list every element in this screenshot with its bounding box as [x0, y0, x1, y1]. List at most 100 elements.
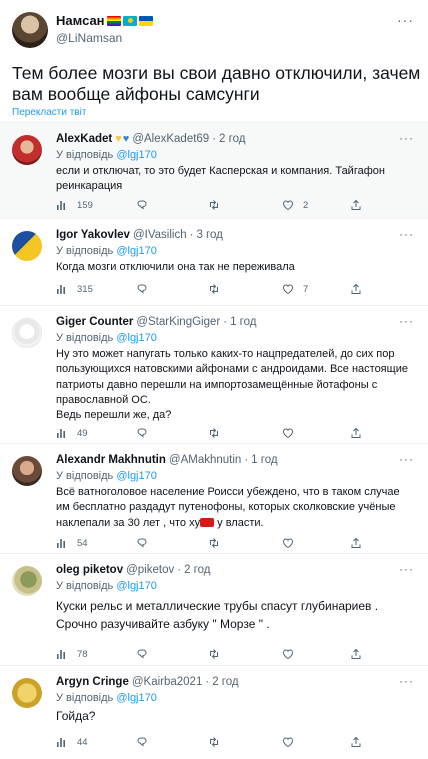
replying-to-mention[interactable]: @lgj170 — [116, 149, 157, 161]
avatar[interactable] — [12, 566, 42, 596]
main-author-name[interactable]: Намсан — [56, 13, 105, 28]
reply-tweet[interactable]: Igor Yakovlev @IVasilich · 3 год ··· У в… — [0, 219, 428, 306]
reply-timestamp[interactable]: 3 год — [196, 229, 222, 241]
replying-to-line: У відповідь @lgj170 — [56, 580, 157, 592]
reply-author-name[interactable]: oleg piketov — [56, 564, 123, 576]
reply-author-handle[interactable]: @Kairba2021 — [132, 676, 203, 688]
views-count: 49 — [77, 427, 88, 439]
likes-count: 7 — [303, 283, 309, 295]
like-icon — [282, 428, 294, 439]
action-bar: 315 7 — [56, 282, 366, 296]
reply-button[interactable] — [136, 647, 148, 661]
avatar[interactable] — [12, 678, 42, 708]
reply-timestamp[interactable]: 2 год — [219, 133, 245, 145]
replying-to-mention[interactable]: @lgj170 — [116, 580, 157, 592]
reply-author-name[interactable]: AlexKadet — [56, 133, 112, 145]
reply-author-handle[interactable]: @AlexKadet69 — [132, 133, 209, 145]
retweet-button[interactable] — [208, 426, 220, 440]
reply-text: Когда мозги отключили она так не пережив… — [56, 260, 416, 275]
like-button[interactable] — [282, 735, 294, 749]
replying-to-mention[interactable]: @lgj170 — [116, 692, 157, 704]
reply-author-handle[interactable]: @IVasilich — [133, 229, 187, 241]
retweet-button[interactable] — [208, 735, 220, 749]
reply-tweet[interactable]: Alexandr Makhnutin @AMakhnutin · 1 год ·… — [0, 444, 428, 554]
share-button[interactable] — [350, 198, 362, 212]
like-button[interactable] — [282, 426, 294, 440]
reply-timestamp[interactable]: 1 год — [251, 454, 277, 466]
avatar[interactable] — [12, 135, 42, 165]
reply-tweet[interactable]: AlexKadet ♥ ♥ @AlexKadet69 · 2 год ··· У… — [0, 123, 428, 219]
retweet-button[interactable] — [208, 647, 220, 661]
like-button[interactable] — [282, 647, 294, 661]
views-count-group[interactable]: 159 — [56, 198, 93, 212]
share-button[interactable] — [350, 282, 362, 296]
reply-icon — [137, 428, 147, 438]
reply-tweet[interactable]: Giger Counter @StarKingGiger · 1 год ···… — [0, 306, 428, 444]
views-icon — [57, 650, 65, 659]
share-button[interactable] — [350, 536, 362, 550]
more-dots-icon[interactable]: ··· — [397, 12, 414, 28]
share-button[interactable] — [350, 735, 362, 749]
more-dots-icon[interactable]: ··· — [399, 314, 414, 328]
action-bar: 159 2 — [56, 198, 366, 212]
reply-tweet[interactable]: Argyn Cringe @Kairba2021 · 2 год ··· У в… — [0, 666, 428, 759]
action-bar: 54 — [56, 536, 366, 550]
reply-button[interactable] — [136, 426, 148, 440]
reply-button[interactable] — [136, 198, 148, 212]
more-dots-icon[interactable]: ··· — [399, 452, 414, 466]
retweet-button[interactable] — [208, 198, 220, 212]
reply-tweet[interactable]: oleg piketov @piketov · 2 год ··· У відп… — [0, 554, 428, 666]
views-count-group[interactable]: 49 — [56, 426, 88, 440]
reply-author-handle[interactable]: @StarKingGiger — [136, 316, 220, 328]
reply-author-name[interactable]: Giger Counter — [56, 316, 133, 328]
reply-author-name[interactable]: Argyn Cringe — [56, 676, 129, 688]
avatar[interactable] — [12, 318, 42, 348]
more-dots-icon[interactable]: ··· — [399, 562, 414, 576]
main-author-name-row[interactable]: Намсан — [56, 13, 153, 28]
reply-icon — [137, 737, 147, 747]
main-author-handle[interactable]: @LiNamsan — [56, 31, 122, 45]
views-count-group[interactable]: 54 — [56, 536, 88, 550]
like-button[interactable]: 7 — [282, 282, 308, 296]
reply-paragraph: Гойда? — [56, 709, 96, 723]
reply-button[interactable] — [136, 536, 148, 550]
reply-button[interactable] — [136, 282, 148, 296]
more-dots-icon[interactable]: ··· — [399, 674, 414, 688]
reply-button[interactable] — [136, 735, 148, 749]
reply-author-handle[interactable]: @AMakhnutin — [169, 454, 241, 466]
reply-paragraph: Ну это может напугать только каких-то на… — [56, 348, 408, 406]
views-icon — [57, 738, 65, 747]
translate-tweet-link[interactable]: Перекласти твіт — [12, 107, 86, 118]
replying-to-mention[interactable]: @lgj170 — [116, 332, 157, 344]
replying-to-label: У відповідь — [56, 692, 114, 704]
views-count-group[interactable]: 315 — [56, 282, 93, 296]
retweet-button[interactable] — [208, 282, 220, 296]
more-dots-icon[interactable]: ··· — [399, 131, 414, 145]
ukraine-flag-icon — [138, 15, 153, 26]
separator-dot: · — [223, 316, 228, 328]
reply-author-name[interactable]: Alexandr Makhnutin — [56, 454, 166, 466]
replying-to-label: У відповідь — [56, 580, 114, 592]
retweet-button[interactable] — [208, 536, 220, 550]
avatar[interactable] — [12, 231, 42, 261]
replying-to-mention[interactable]: @lgj170 — [116, 470, 157, 482]
separator-dot: · — [189, 229, 194, 241]
reply-author-name[interactable]: Igor Yakovlev — [56, 229, 130, 241]
like-button[interactable] — [282, 536, 294, 550]
avatar[interactable] — [12, 456, 42, 486]
redaction-mark — [200, 517, 215, 527]
reply-timestamp[interactable]: 2 год — [212, 676, 238, 688]
more-dots-icon[interactable]: ··· — [399, 227, 414, 241]
like-button[interactable]: 2 — [282, 198, 308, 212]
share-button[interactable] — [350, 426, 362, 440]
share-icon — [351, 199, 361, 210]
views-count-group[interactable]: 78 — [56, 647, 88, 661]
reply-paragraph: если и отключат, то это будет Касперская… — [56, 165, 385, 193]
main-author-avatar[interactable] — [12, 12, 48, 48]
reply-timestamp[interactable]: 1 год — [230, 316, 256, 328]
share-button[interactable] — [350, 647, 362, 661]
reply-timestamp[interactable]: 2 год — [184, 564, 210, 576]
reply-author-handle[interactable]: @piketov — [126, 564, 174, 576]
views-count-group[interactable]: 44 — [56, 735, 88, 749]
replying-to-mention[interactable]: @lgj170 — [116, 245, 157, 257]
